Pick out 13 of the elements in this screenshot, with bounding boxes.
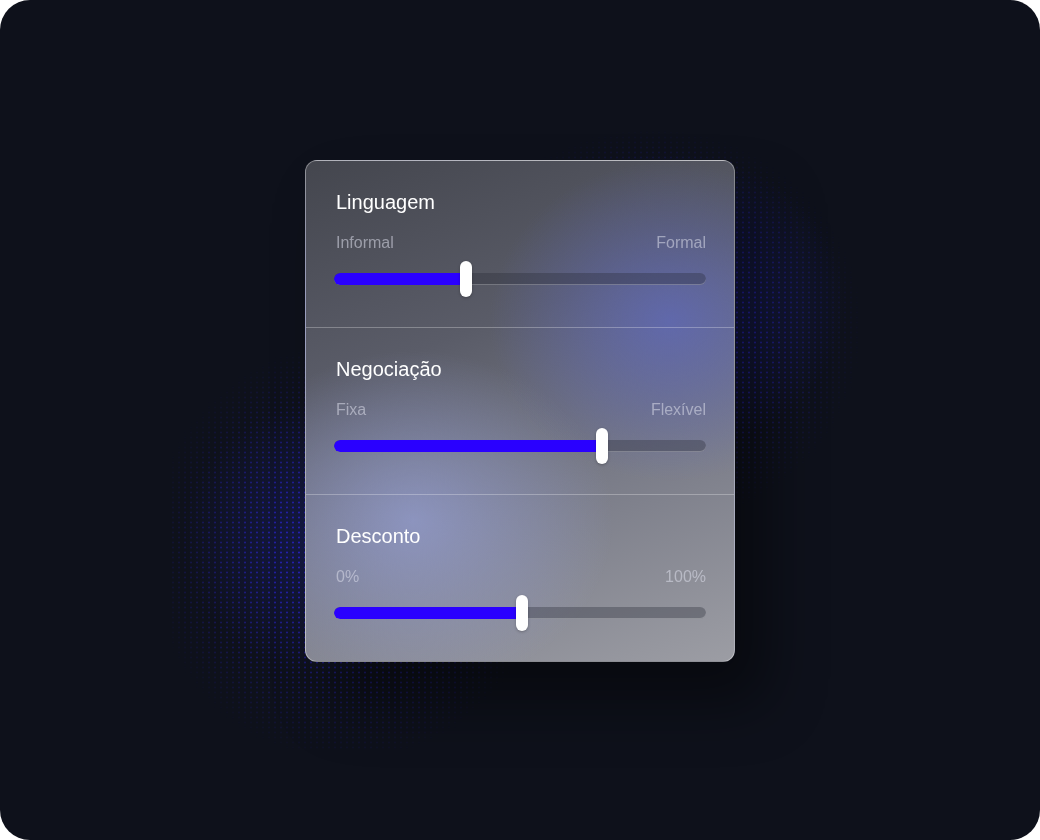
min-label: Fixa bbox=[336, 400, 367, 420]
max-label: Formal bbox=[656, 233, 706, 253]
slider-track[interactable] bbox=[334, 440, 706, 452]
slider-title: Negociação bbox=[335, 357, 443, 381]
slider-track[interactable] bbox=[334, 273, 706, 285]
slider-thumb[interactable] bbox=[595, 428, 608, 464]
max-label: Flexível bbox=[650, 400, 706, 420]
slider-thumb[interactable] bbox=[460, 261, 473, 297]
min-label: Informal bbox=[336, 233, 394, 253]
slider-thumb[interactable] bbox=[515, 595, 528, 631]
slider-title: Desconto bbox=[335, 524, 422, 548]
slider-title: Linguagem bbox=[335, 190, 436, 214]
slider-track[interactable] bbox=[334, 607, 706, 619]
